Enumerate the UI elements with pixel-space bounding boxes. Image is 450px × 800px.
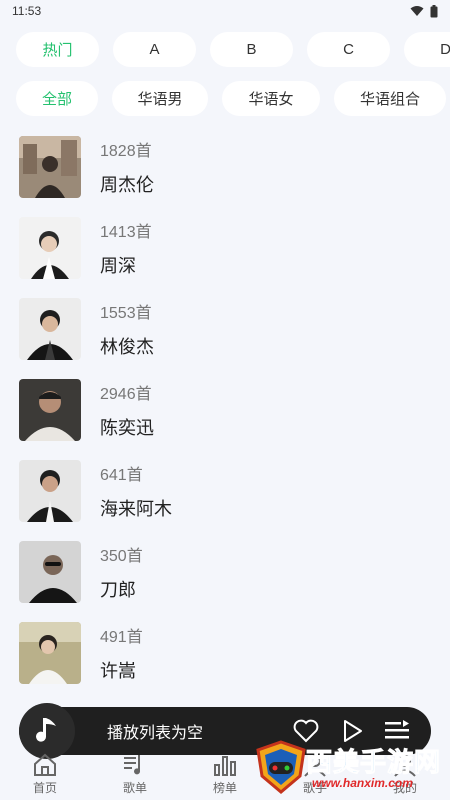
- tab-home[interactable]: 首页: [15, 753, 75, 796]
- tab-charts[interactable]: 榜单: [195, 753, 255, 796]
- artist-info: 2946首 陈奕迅: [100, 380, 154, 440]
- artist-avatar: [19, 135, 81, 198]
- tab-playlist[interactable]: 歌单: [105, 753, 165, 796]
- letter-chip-hot[interactable]: 热门: [16, 32, 99, 67]
- letter-chip-d[interactable]: D: [404, 32, 450, 67]
- song-count: 2946首: [100, 385, 152, 403]
- home-icon: [34, 753, 56, 776]
- artist-name: 刀郎: [100, 579, 136, 600]
- artist-avatar: [19, 621, 81, 684]
- bar-chart-icon: [214, 756, 236, 776]
- tab-playlist-label: 歌单: [122, 781, 147, 795]
- category-filter-row: 全部 华语男 华语女 华语组合: [0, 81, 450, 116]
- status-icons: [410, 4, 438, 18]
- artist-row[interactable]: 1413首 周深: [0, 207, 450, 288]
- song-count: 1413首: [100, 223, 152, 241]
- artist-row[interactable]: 491首 许嵩: [0, 612, 450, 693]
- artist-name: 林俊杰: [100, 336, 154, 357]
- artist-row[interactable]: 641首 海来阿木: [0, 450, 450, 531]
- category-chip-group[interactable]: 华语组合: [334, 81, 446, 116]
- song-count: 1828首: [100, 142, 152, 160]
- artist-name: 周深: [100, 255, 136, 276]
- song-count: 491首: [100, 628, 143, 646]
- watermark-url: www.hanxim.com: [312, 776, 413, 790]
- watermark: 西美手游网 www.hanxim.com: [254, 738, 444, 796]
- artist-row[interactable]: 1553首 林俊杰: [0, 288, 450, 369]
- player-disc[interactable]: [19, 703, 75, 759]
- artist-list: 1828首 周杰伦 1413首 周深 1553首 林俊杰 2946首 陈奕迅 6…: [0, 126, 450, 693]
- battery-icon: [430, 4, 438, 17]
- artist-info: 350首 刀郎: [100, 542, 143, 602]
- artist-avatar: [19, 297, 81, 360]
- song-count: 1553首: [100, 304, 152, 322]
- music-note-icon: [124, 755, 141, 775]
- letter-filter-row: 热门 A B C D E: [0, 32, 450, 67]
- artist-avatar: [19, 216, 81, 279]
- artist-row[interactable]: 350首 刀郎: [0, 531, 450, 612]
- artist-info: 1413首 周深: [100, 218, 152, 278]
- artist-info: 491首 许嵩: [100, 623, 143, 683]
- song-count: 350首: [100, 547, 143, 565]
- letter-chip-b[interactable]: B: [210, 32, 293, 67]
- letter-chip-a[interactable]: A: [113, 32, 196, 67]
- category-chip-all[interactable]: 全部: [16, 81, 98, 116]
- artist-name: 周杰伦: [100, 174, 154, 195]
- artist-avatar: [19, 378, 81, 441]
- status-time: 11:53: [12, 4, 42, 18]
- tab-home-label: 首页: [32, 781, 57, 795]
- music-note-icon: [36, 718, 56, 742]
- artist-info: 1553首 林俊杰: [100, 299, 154, 359]
- artist-info: 641首 海来阿木: [100, 461, 172, 521]
- tab-charts-label: 榜单: [212, 781, 237, 795]
- artist-row[interactable]: 1828首 周杰伦: [0, 126, 450, 207]
- artist-name: 海来阿木: [100, 498, 172, 519]
- artist-avatar: [19, 459, 81, 522]
- artist-row[interactable]: 2946首 陈奕迅: [0, 369, 450, 450]
- gamepad-shield-logo-icon: [256, 740, 306, 794]
- artist-name: 陈奕迅: [100, 417, 154, 438]
- category-chip-female[interactable]: 华语女: [222, 81, 320, 116]
- wifi-icon: [410, 6, 424, 16]
- artist-name: 许嵩: [100, 660, 136, 681]
- status-bar: 11:53: [0, 0, 450, 22]
- song-count: 641首: [100, 466, 143, 484]
- artist-info: 1828首 周杰伦: [100, 137, 154, 197]
- category-chip-male[interactable]: 华语男: [112, 81, 208, 116]
- watermark-title: 西美手游网: [305, 747, 442, 778]
- artist-avatar: [19, 540, 81, 603]
- letter-chip-c[interactable]: C: [307, 32, 390, 67]
